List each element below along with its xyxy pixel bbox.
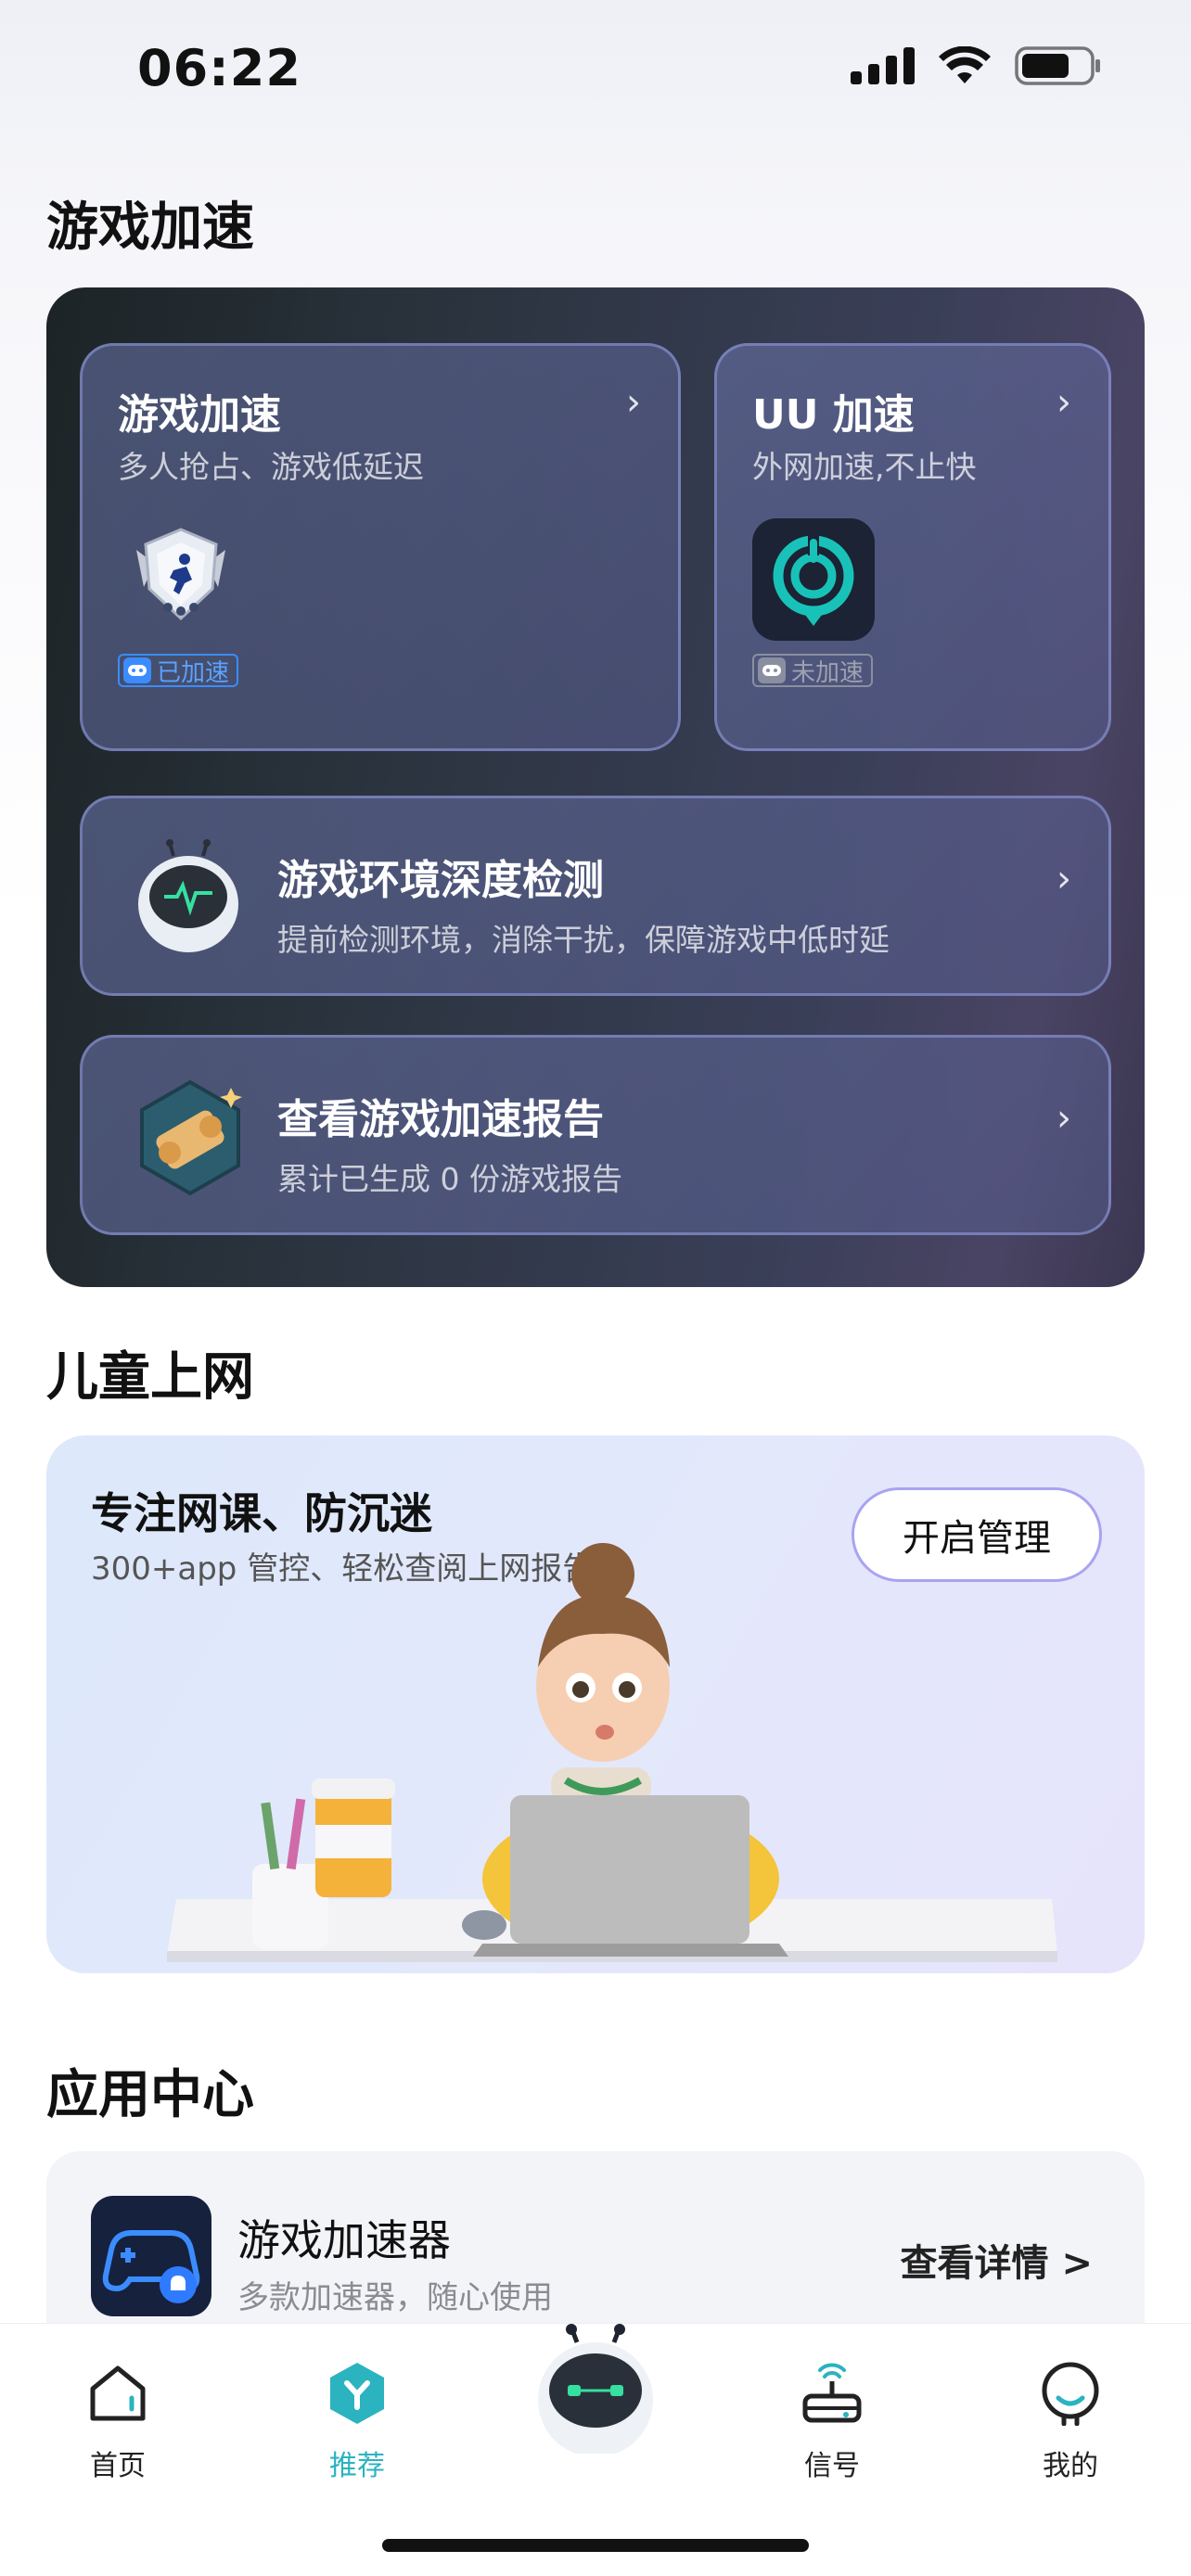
app-description: 多款加速器，随心使用 xyxy=(237,2279,553,2316)
tab-profile-label: 我的 xyxy=(1043,2450,1098,2482)
tile-detect-subtitle: 提前检测环境，消除干扰，保障游戏中低时延 xyxy=(277,922,890,958)
cellular-signal-icon xyxy=(851,47,915,84)
kids-internet-card[interactable]: 专注网课、防沉迷 300+app 管控、轻松查阅上网报告 开启管理 xyxy=(46,1435,1145,1973)
section-title-kids: 儿童上网 xyxy=(46,1347,254,1408)
router-signal-icon xyxy=(802,2363,862,2423)
tab-signal[interactable]: 信号 xyxy=(767,2361,897,2483)
app-name: 游戏加速器 xyxy=(237,2215,451,2265)
accelerated-badge: 已加速 xyxy=(118,654,239,687)
game-accelerator-app-icon xyxy=(91,2196,211,2316)
report-scroll-icon xyxy=(140,1079,242,1196)
home-icon xyxy=(90,2366,146,2421)
status-icons xyxy=(851,46,1102,85)
tile-uu-acceleration[interactable]: UU 加速 外网加速,不止快 › 未加速 xyxy=(714,343,1111,751)
not-accelerated-badge-label: 未加速 xyxy=(791,658,864,687)
home-indicator[interactable] xyxy=(382,2539,809,2552)
tab-profile[interactable]: 我的 xyxy=(1005,2361,1135,2483)
tile-uu-title: UU 加速 xyxy=(752,391,915,439)
robot-assistant-icon xyxy=(538,2324,653,2457)
tab-signal-label: 信号 xyxy=(804,2450,860,2482)
tile-game-acceleration[interactable]: 游戏加速 多人抢占、游戏低延迟 › 已加速 xyxy=(80,343,681,751)
chevron-right-icon: › xyxy=(1057,381,1071,424)
section-title-game: 游戏加速 xyxy=(46,198,254,258)
wifi-icon xyxy=(939,46,991,83)
tile-uu-subtitle: 外网加速,不止快 xyxy=(752,449,977,485)
chevron-right-icon: › xyxy=(1057,858,1071,900)
uu-app-icon xyxy=(752,518,875,641)
tile-game-subtitle: 多人抢占、游戏低延迟 xyxy=(118,449,424,485)
recommend-icon xyxy=(330,2363,384,2424)
tab-recommend[interactable]: 推荐 xyxy=(292,2361,422,2483)
tab-home[interactable]: 首页 xyxy=(53,2361,183,2483)
status-time: 06:22 xyxy=(137,39,301,97)
section-title-app-center: 应用中心 xyxy=(46,2065,254,2125)
battery-icon xyxy=(1015,46,1100,85)
accelerated-badge-label: 已加速 xyxy=(157,658,230,687)
tile-acceleration-report[interactable]: 查看游戏加速报告 累计已生成 0 份游戏报告 › xyxy=(80,1035,1111,1235)
tile-game-title: 游戏加速 xyxy=(118,391,281,439)
child-with-laptop-illustration xyxy=(167,1543,1057,1962)
profile-icon xyxy=(1042,2362,1099,2427)
chevron-right-icon: › xyxy=(1057,1097,1071,1140)
tab-home-label: 首页 xyxy=(90,2450,146,2482)
tile-detect-title: 游戏环境深度检测 xyxy=(277,857,604,904)
tab-recommend-label: 推荐 xyxy=(329,2450,385,2482)
tile-report-subtitle: 累计已生成 0 份游戏报告 xyxy=(277,1161,622,1197)
view-details-link[interactable]: 查看详情 > xyxy=(901,2233,1093,2287)
gamepad-icon xyxy=(123,657,151,683)
not-accelerated-badge: 未加速 xyxy=(752,654,874,687)
tab-assistant[interactable] xyxy=(523,2324,653,2457)
game-acceleration-panel: 游戏加速 多人抢占、游戏低延迟 › 已加速 UU 加速 外网加速,不止快 › 未… xyxy=(46,287,1145,1287)
silver-rank-emblem-icon xyxy=(136,528,225,621)
gamepad-icon xyxy=(758,657,786,683)
tile-report-title: 查看游戏加速报告 xyxy=(277,1096,604,1143)
tile-environment-detection[interactable]: 游戏环境深度检测 提前检测环境，消除干扰，保障游戏中低时延 › xyxy=(80,796,1111,996)
chevron-right-icon: › xyxy=(626,381,641,424)
detection-robot-icon xyxy=(138,839,238,952)
